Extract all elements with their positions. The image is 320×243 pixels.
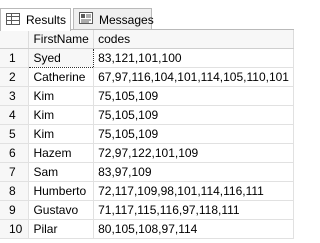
row-number[interactable]: 2 xyxy=(0,67,30,87)
cell-codes[interactable]: 80,105,108,97,114 xyxy=(93,219,294,239)
cell-firstname[interactable]: Kim xyxy=(28,86,95,106)
row-number[interactable]: 9 xyxy=(0,200,30,220)
table-row[interactable]: 2 Catherine 67,97,116,104,101,114,105,110,… xyxy=(0,67,294,87)
cell-codes[interactable]: 71,117,115,116,97,118,111 xyxy=(93,200,294,220)
cell-firstname[interactable]: Sam xyxy=(28,162,95,182)
messages-icon xyxy=(79,12,93,27)
cell-firstname[interactable]: Catherine xyxy=(28,67,95,87)
table-row[interactable]: 10 Pilar 80,105,108,97,114 xyxy=(0,219,294,239)
header-row: FirstName codes xyxy=(0,30,294,49)
table-row[interactable]: 9 Gustavo 71,117,115,116,97,118,111 xyxy=(0,200,294,220)
row-number[interactable]: 1 xyxy=(0,48,30,68)
table-row[interactable]: 1 Syed 83,121,101,100 xyxy=(0,47,294,68)
cell-firstname[interactable]: Hazem xyxy=(28,143,95,163)
table-row[interactable]: 5 Kim 75,105,109 xyxy=(0,124,294,144)
results-grid-icon xyxy=(6,12,20,28)
column-header-firstname[interactable]: FirstName xyxy=(28,30,95,49)
cell-firstname[interactable]: Syed xyxy=(28,47,95,68)
table-row[interactable]: 4 Kim 75,105,109 xyxy=(0,105,294,125)
row-number[interactable]: 4 xyxy=(0,105,30,125)
tab-messages[interactable]: Messages xyxy=(73,8,154,30)
tab-results[interactable]: Results xyxy=(0,8,71,31)
table-row[interactable]: 6 Hazem 72,97,122,101,109 xyxy=(0,143,294,163)
cell-firstname[interactable]: Kim xyxy=(28,124,95,144)
cell-firstname[interactable]: Pilar xyxy=(28,219,95,239)
tab-strip: Results Messages xyxy=(0,0,294,31)
results-table: FirstName codes 1 Syed 83,121,101,100 2 Cath… xyxy=(0,30,294,239)
cell-codes[interactable]: 83,121,101,100 xyxy=(93,48,294,68)
cell-firstname[interactable]: Humberto xyxy=(28,181,95,201)
cell-codes[interactable]: 75,105,109 xyxy=(93,124,294,144)
grid-body: 1 Syed 83,121,101,100 2 Catherine 67,97,116,1… xyxy=(0,47,294,239)
table-row[interactable]: 8 Humberto 72,117,109,98,101,114,116,111 xyxy=(0,181,294,201)
table-row[interactable]: 3 Kim 75,105,109 xyxy=(0,86,294,106)
row-number[interactable]: 5 xyxy=(0,124,30,144)
row-number[interactable]: 7 xyxy=(0,162,30,182)
table-row[interactable]: 7 Sam 83,97,109 xyxy=(0,162,294,182)
cell-codes[interactable]: 67,97,116,104,101,114,105,110,101 xyxy=(93,67,294,87)
row-number[interactable]: 10 xyxy=(0,219,30,239)
row-number-header[interactable] xyxy=(0,30,30,49)
results-grid[interactable]: FirstName codes 1 Syed 83,121,101,100 2 Cath… xyxy=(0,30,294,243)
row-number[interactable]: 6 xyxy=(0,143,30,163)
row-number[interactable]: 3 xyxy=(0,86,30,106)
cell-codes[interactable]: 75,105,109 xyxy=(93,105,294,125)
cell-codes[interactable]: 72,97,122,101,109 xyxy=(93,143,294,163)
cell-firstname[interactable]: Gustavo xyxy=(28,200,95,220)
cell-firstname[interactable]: Kim xyxy=(28,105,95,125)
cell-codes[interactable]: 83,97,109 xyxy=(93,162,294,182)
row-number[interactable]: 8 xyxy=(0,181,30,201)
column-header-codes[interactable]: codes xyxy=(93,30,294,49)
results-pane: Results Messages FirstName codes 1 Syed … xyxy=(0,0,294,243)
cell-codes[interactable]: 75,105,109 xyxy=(93,86,294,106)
tab-results-label: Results xyxy=(26,13,67,27)
tab-messages-label: Messages xyxy=(99,12,154,27)
cell-codes[interactable]: 72,117,109,98,101,114,116,111 xyxy=(93,181,294,201)
